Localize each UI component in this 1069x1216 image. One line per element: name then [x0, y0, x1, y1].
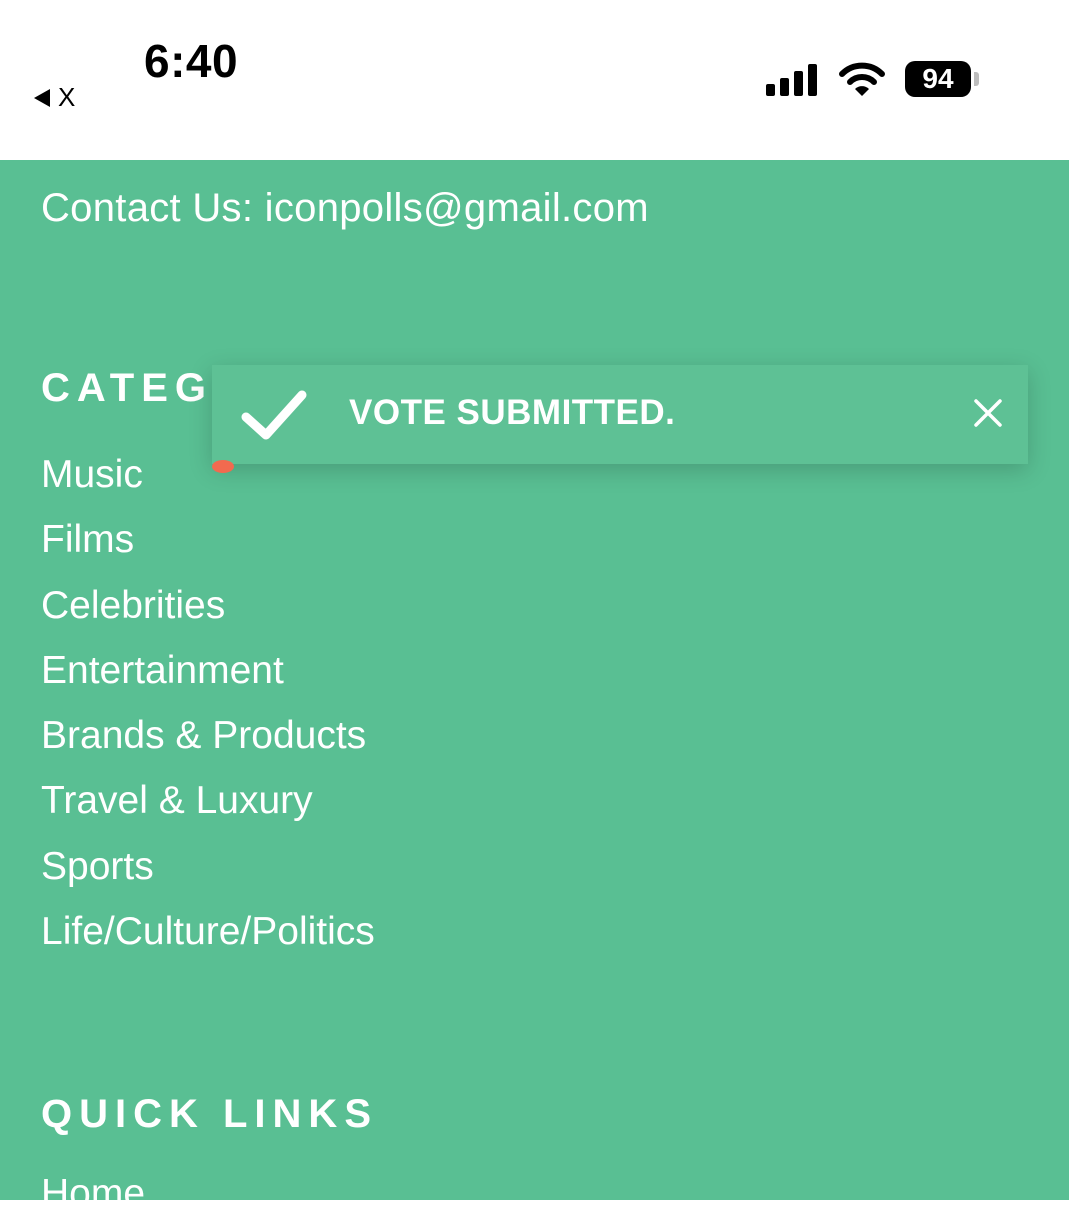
back-app-label: X — [58, 82, 76, 112]
toast-message: VOTE SUBMITTED. — [349, 393, 676, 432]
categories-list: Music Films Celebrities Entertainment Br… — [41, 447, 375, 969]
clock: 6:40 — [144, 35, 239, 87]
category-link-sports[interactable]: Sports — [41, 839, 375, 904]
category-link-celebrities[interactable]: Celebrities — [41, 578, 375, 643]
quick-link-home[interactable]: Home — [41, 1172, 145, 1216]
contact-link[interactable]: Contact Us: iconpolls@gmail.com — [41, 186, 649, 231]
close-icon[interactable] — [970, 395, 1006, 431]
battery-level: 94 — [922, 63, 954, 94]
category-link-entertainment[interactable]: Entertainment — [41, 643, 375, 708]
back-to-app-button[interactable]: X — [34, 82, 75, 113]
site-footer: Contact Us: iconpolls@gmail.com CATEG Mu… — [0, 160, 1069, 1215]
categories-heading: CATEG — [41, 366, 214, 410]
battery-icon: 94 — [905, 61, 971, 97]
check-icon — [241, 390, 307, 440]
vote-submitted-toast: VOTE SUBMITTED. — [212, 365, 1028, 464]
notification-dot — [212, 460, 234, 473]
category-link-brands-products[interactable]: Brands & Products — [41, 708, 375, 773]
category-link-travel-luxury[interactable]: Travel & Luxury — [41, 773, 375, 838]
category-link-films[interactable]: Films — [41, 512, 375, 577]
signal-icon — [766, 62, 817, 96]
wifi-icon — [839, 62, 885, 96]
back-arrow-icon — [34, 88, 50, 107]
quick-links-heading: QUICK LINKS — [41, 1092, 378, 1136]
status-bar: X 6:40 94 — [0, 0, 1069, 160]
battery-tip — [974, 72, 979, 86]
category-link-life-culture-politics[interactable]: Life/Culture/Politics — [41, 904, 375, 969]
